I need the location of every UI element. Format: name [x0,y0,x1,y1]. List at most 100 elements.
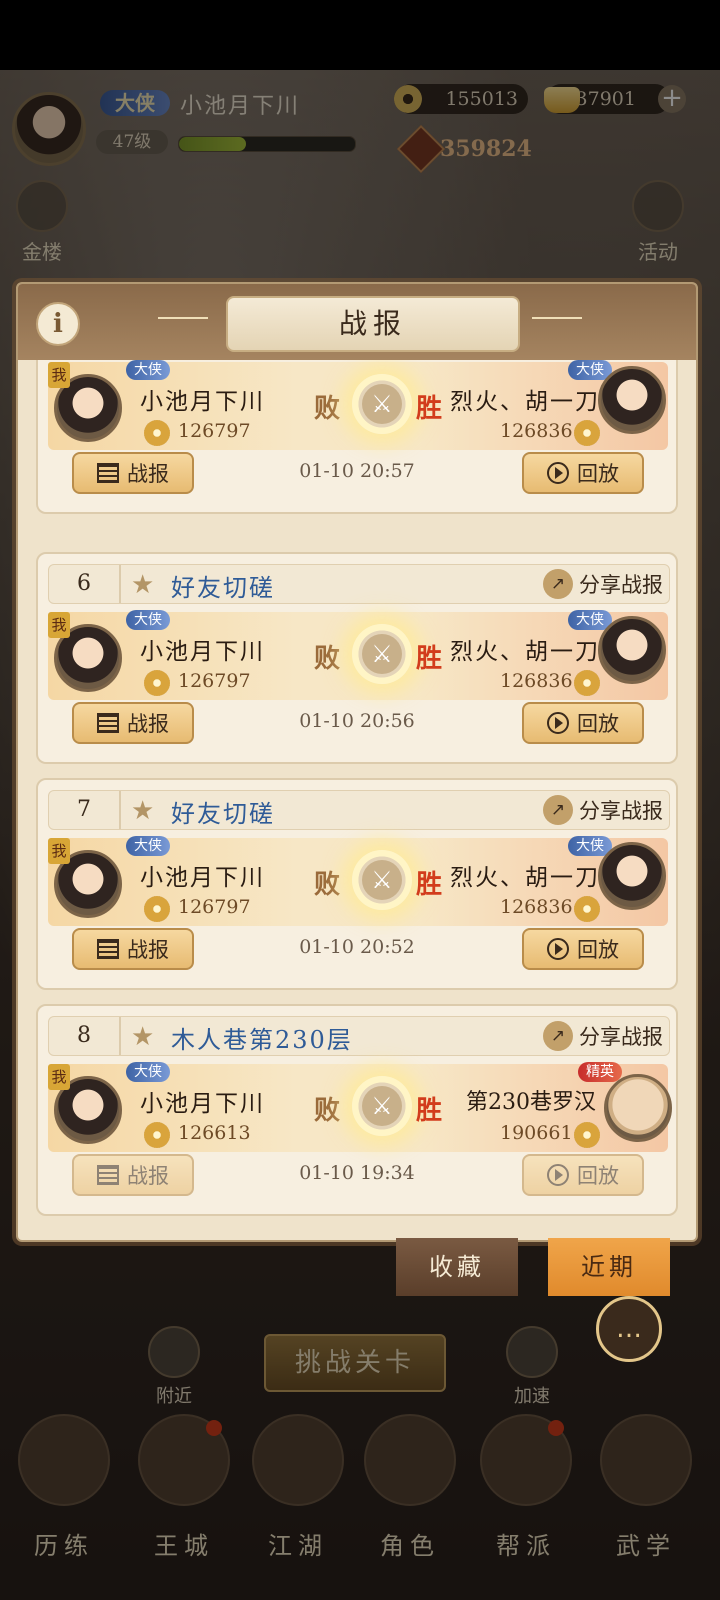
battle-report-dialog: i 战报 我 大侠 小池月下川 126797 败 ⚔ 胜 大侠 烈火、胡一刀 1… [16,282,698,1242]
card-header: 7 ★ 好友切磋 ↗ 分享战报 [48,790,670,830]
share-report-button[interactable]: ↗ 分享战报 [543,568,663,600]
replay-button[interactable]: 回放 [522,928,644,970]
fight-row: 我 大侠 小池月下川 126797 败 ⚔ 胜 大侠 烈火、胡一刀 126836 [48,360,668,450]
card-header: 8 ★ 木人巷第230层 ↗ 分享战报 [48,1016,670,1056]
replay-button[interactable]: 回放 [522,702,644,744]
replay-button[interactable]: 回放 [522,1154,644,1196]
opponent-power: 126836 [500,670,573,692]
battle-report-card: 6 ★ 好友切磋 ↗ 分享战报 我 大侠 小池月下川 126797 败 ⚔ 胜 大… [36,552,678,764]
opponent-avatar[interactable] [598,366,666,434]
battle-report-list[interactable]: 我 大侠 小池月下川 126797 败 ⚔ 胜 大侠 烈火、胡一刀 126836… [18,360,696,1220]
play-icon [547,712,569,734]
dialog-header: i 战报 [18,284,696,360]
report-button[interactable]: 战报 [72,928,194,970]
player-name: 小池月下川 [140,389,265,415]
info-button[interactable]: i [36,302,80,346]
lose-mark: 败 [314,1096,341,1126]
power-icon [144,1122,170,1148]
star-icon: ★ [131,1022,155,1052]
record-index: 6 [49,565,121,603]
opponent-avatar[interactable] [598,616,666,684]
crossed-swords-icon: ⚔ [352,624,412,684]
win-mark: 胜 [416,870,443,900]
list-icon [97,1165,119,1185]
power-icon [574,1122,600,1148]
list-icon [97,463,119,483]
report-button[interactable]: 战报 [72,1154,194,1196]
report-button[interactable]: 战报 [72,452,194,494]
title-ornament-right [532,317,582,319]
me-tag: 我 [48,612,70,638]
tab-recent[interactable]: 近期 [548,1238,670,1296]
power-icon [574,896,600,922]
rank-badge: 大侠 [126,836,170,856]
play-icon [547,462,569,484]
title-ornament-left [158,317,208,319]
share-icon: ↗ [543,795,573,825]
lose-mark: 败 [314,394,341,424]
lose-mark: 败 [314,870,341,900]
power-icon [574,670,600,696]
battle-type: 好友切磋 [171,574,275,602]
win-mark: 胜 [416,1096,443,1126]
fight-row: 我 大侠 小池月下川 126797 败 ⚔ 胜 大侠 烈火、胡一刀 126836 [48,836,668,926]
share-icon: ↗ [543,569,573,599]
star-icon: ★ [131,570,155,600]
opponent-name: 烈火、胡一刀 [450,389,600,415]
replay-button[interactable]: 回放 [522,452,644,494]
battle-type: 木人巷第230层 [171,1026,353,1054]
share-report-button[interactable]: ↗ 分享战报 [543,794,663,826]
power-icon [144,670,170,696]
player-name: 小池月下川 [140,1091,265,1117]
player-name: 小池月下川 [140,639,265,665]
play-icon [547,938,569,960]
opponent-name: 第230巷罗汉 [466,1090,596,1115]
battle-report-card: 7 ★ 好友切磋 ↗ 分享战报 我 大侠 小池月下川 126797 败 ⚔ 胜 大… [36,778,678,990]
battle-report-card: 8 ★ 木人巷第230层 ↗ 分享战报 我 大侠 小池月下川 126613 败 ⚔… [36,1004,678,1216]
rank-badge: 大侠 [126,1062,170,1082]
battle-report-card: 我 大侠 小池月下川 126797 败 ⚔ 胜 大侠 烈火、胡一刀 126836… [36,360,678,514]
win-mark: 胜 [416,394,443,424]
share-report-button[interactable]: ↗ 分享战报 [543,1020,663,1052]
dialog-title: 战报 [226,296,520,352]
win-mark: 胜 [416,644,443,674]
player-power: 126613 [178,1122,251,1144]
opponent-name: 烈火、胡一刀 [450,639,600,665]
power-icon [144,896,170,922]
me-tag: 我 [48,1064,70,1090]
opponent-power: 126836 [500,896,573,918]
opponent-name: 烈火、胡一刀 [450,865,600,891]
list-icon [97,939,119,959]
battle-type: 好友切磋 [171,800,275,828]
record-index: 8 [49,1017,121,1055]
record-index: 7 [49,791,121,829]
report-button[interactable]: 战报 [72,702,194,744]
player-power: 126797 [178,420,251,442]
me-tag: 我 [48,838,70,864]
player-name: 小池月下川 [140,865,265,891]
power-icon [574,420,600,446]
opponent-avatar[interactable] [604,1074,672,1142]
elite-badge: 精英 [578,1062,622,1082]
opponent-power: 190661 [500,1122,573,1144]
opponent-power: 126836 [500,420,573,442]
play-icon [547,1164,569,1186]
crossed-swords-icon: ⚔ [352,1076,412,1136]
status-bar-area [0,0,720,70]
star-icon: ★ [131,796,155,826]
list-icon [97,713,119,733]
card-header: 6 ★ 好友切磋 ↗ 分享战报 [48,564,670,604]
opponent-avatar[interactable] [598,842,666,910]
tab-collection[interactable]: 收藏 [396,1238,518,1296]
fight-row: 我 大侠 小池月下川 126797 败 ⚔ 胜 大侠 烈火、胡一刀 126836 [48,610,668,700]
rank-badge: 大侠 [126,610,170,630]
player-power: 126797 [178,896,251,918]
crossed-swords-icon: ⚔ [352,850,412,910]
share-icon: ↗ [543,1021,573,1051]
player-power: 126797 [178,670,251,692]
power-icon [144,420,170,446]
fight-row: 我 大侠 小池月下川 126613 败 ⚔ 胜 精英 第230巷罗汉 19066… [48,1062,672,1152]
rank-badge: 大侠 [126,360,170,380]
lose-mark: 败 [314,644,341,674]
chat-bubble-icon[interactable]: … [596,1296,662,1362]
